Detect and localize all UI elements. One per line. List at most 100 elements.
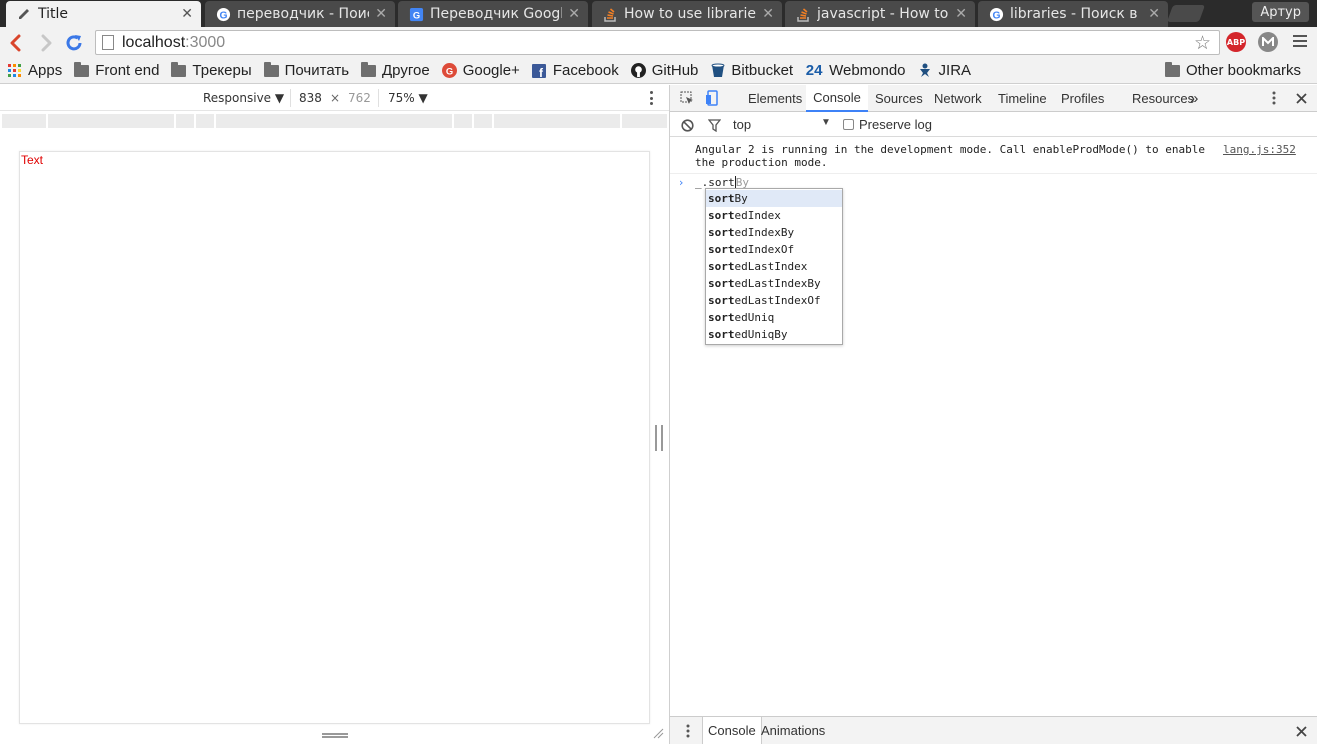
close-drawer-icon[interactable] bbox=[1293, 723, 1309, 739]
dimension-separator: × bbox=[330, 91, 341, 105]
tab-timeline[interactable]: Timeline bbox=[998, 85, 1047, 112]
adblock-plus-icon[interactable]: ABP bbox=[1226, 32, 1246, 52]
bookmark-jira[interactable]: JIRA bbox=[918, 62, 971, 79]
tab-title: Title bbox=[38, 6, 69, 22]
mega-icon[interactable] bbox=[1258, 32, 1278, 52]
suggestion-item[interactable]: sortBy bbox=[706, 190, 842, 207]
suggestion-rest: edLastIndexOf bbox=[734, 294, 821, 307]
suggestion-item[interactable]: sortedUniqBy bbox=[706, 326, 842, 343]
inspect-element-icon[interactable] bbox=[679, 90, 695, 106]
context-select[interactable]: top bbox=[733, 117, 751, 132]
suggestion-item[interactable]: sortedIndex bbox=[706, 207, 842, 224]
suggestion-rest: edLastIndex bbox=[734, 260, 808, 273]
webmondo-icon: 24 bbox=[805, 62, 823, 79]
svg-text:G: G bbox=[219, 10, 227, 21]
drawer-tab-bar: Console Animations bbox=[670, 716, 1317, 744]
browser-tab[interactable]: G переводчик - Поиск ✕ bbox=[205, 1, 395, 27]
suggestion-item[interactable]: sortedIndexOf bbox=[706, 241, 842, 258]
bookmark-bitbucket[interactable]: Bitbucket bbox=[710, 62, 793, 79]
abp-label: ABP bbox=[1226, 37, 1246, 47]
tab-elements[interactable]: Elements bbox=[748, 85, 802, 112]
media-query-bar[interactable] bbox=[2, 114, 667, 128]
width-resize-handle[interactable] bbox=[655, 425, 663, 451]
close-icon[interactable]: ✕ bbox=[375, 6, 387, 22]
browser-tab[interactable]: Title ✕ bbox=[6, 1, 201, 27]
devtools-menu-icon[interactable] bbox=[1266, 90, 1282, 106]
filter-icon[interactable] bbox=[706, 117, 722, 133]
new-tab-button[interactable] bbox=[1166, 5, 1206, 22]
tab-strip: Title ✕ G переводчик - Поиск ✕ G Перевод… bbox=[0, 0, 1317, 27]
device-mode-select[interactable]: Responsive ▼ bbox=[203, 91, 284, 105]
tab-title: libraries - Поиск в Go bbox=[1010, 6, 1142, 22]
suggestion-item[interactable]: sortedIndexBy bbox=[706, 224, 842, 241]
suggestion-rest: edIndexOf bbox=[734, 243, 795, 256]
zoom-select[interactable]: 75% ▼ bbox=[388, 91, 428, 105]
device-height-input[interactable]: 762 bbox=[348, 91, 371, 105]
page-icon bbox=[102, 35, 114, 50]
suggestion-item[interactable]: sortedLastIndex bbox=[706, 258, 842, 275]
drawer-tab-console[interactable]: Console bbox=[702, 717, 762, 744]
device-mode-label: Responsive bbox=[203, 91, 272, 105]
tab-resources[interactable]: Resources bbox=[1132, 85, 1194, 112]
bookmark-label: Facebook bbox=[552, 62, 619, 79]
bookmark-folder-read[interactable]: Почитать bbox=[263, 61, 349, 79]
apps-grid-icon bbox=[7, 64, 22, 78]
address-bar[interactable]: localhost:3000 ☆ bbox=[95, 30, 1220, 55]
preserve-log-checkbox[interactable] bbox=[843, 119, 854, 130]
drawer-menu-icon[interactable] bbox=[680, 723, 696, 739]
bookmark-folder-other[interactable]: Другое bbox=[361, 61, 430, 79]
message-source-link[interactable]: lang.js:352 bbox=[1223, 143, 1296, 156]
tab-console[interactable]: Console bbox=[806, 85, 868, 112]
back-button[interactable] bbox=[5, 32, 27, 54]
bookmark-facebook[interactable]: f Facebook bbox=[532, 62, 619, 79]
clear-console-icon[interactable] bbox=[679, 117, 695, 133]
bookmark-webmondo[interactable]: 24 Webmondo bbox=[805, 62, 906, 79]
more-tabs-icon[interactable]: » bbox=[1190, 85, 1198, 112]
suggestion-item[interactable]: sortedLastIndexBy bbox=[706, 275, 842, 292]
close-icon[interactable]: ✕ bbox=[762, 6, 774, 22]
device-width-input[interactable]: 838 bbox=[299, 91, 322, 105]
bookmark-folder-front-end[interactable]: Front end bbox=[74, 61, 159, 79]
close-icon[interactable]: ✕ bbox=[181, 6, 193, 22]
close-devtools-icon[interactable] bbox=[1293, 90, 1309, 106]
corner-resize-handle[interactable] bbox=[652, 727, 664, 739]
other-bookmarks[interactable]: Other bookmarks bbox=[1164, 61, 1301, 79]
close-icon[interactable]: ✕ bbox=[1148, 6, 1160, 22]
suggestion-rest: edIndex bbox=[734, 209, 781, 222]
page-text: Text bbox=[21, 153, 44, 167]
profile-button[interactable]: Артур bbox=[1252, 2, 1309, 22]
suggestion-rest: By bbox=[734, 192, 748, 205]
autocomplete-suggestions: sortBy sortedIndex sortedIndexBy sortedI… bbox=[705, 188, 843, 345]
bookmark-github[interactable]: GitHub bbox=[630, 62, 698, 79]
browser-tab[interactable]: javascript - How to b ✕ bbox=[785, 1, 975, 27]
browser-tab[interactable]: G libraries - Поиск в Go ✕ bbox=[978, 1, 1168, 27]
chrome-menu-icon[interactable] bbox=[1293, 35, 1307, 50]
facebook-icon: f bbox=[532, 63, 547, 78]
bookmark-label: Apps bbox=[28, 62, 63, 79]
forward-button[interactable] bbox=[35, 32, 57, 54]
suggestion-item[interactable]: sortedLastIndexOf bbox=[706, 292, 842, 309]
device-toggle-icon[interactable] bbox=[705, 90, 721, 106]
dropdown-arrow-icon[interactable]: ▼ bbox=[821, 117, 831, 128]
reload-button[interactable] bbox=[63, 32, 85, 54]
close-icon[interactable]: ✕ bbox=[568, 6, 580, 22]
dropdown-arrow-icon: ▼ bbox=[418, 91, 428, 105]
match-prefix: sort bbox=[708, 328, 735, 341]
browser-toolbar: localhost:3000 ☆ ABP bbox=[0, 27, 1317, 58]
browser-tab[interactable]: G Переводчик Google ✕ bbox=[398, 1, 588, 27]
height-resize-handle[interactable] bbox=[322, 733, 348, 738]
suggestion-item[interactable]: sortedUniq bbox=[706, 309, 842, 326]
close-icon[interactable]: ✕ bbox=[955, 6, 967, 22]
suggestion-rest: edIndexBy bbox=[734, 226, 795, 239]
bookmark-folder-trackers[interactable]: Трекеры bbox=[171, 61, 252, 79]
tab-network[interactable]: Network bbox=[934, 85, 982, 112]
tab-profiles[interactable]: Profiles bbox=[1061, 85, 1104, 112]
more-options-icon[interactable] bbox=[645, 91, 657, 105]
bookmark-google-plus[interactable]: G Google+ bbox=[441, 62, 520, 79]
page-edit-icon bbox=[16, 6, 32, 22]
browser-tab[interactable]: How to use libraries ✕ bbox=[592, 1, 782, 27]
bookmark-star-icon[interactable]: ☆ bbox=[1194, 32, 1211, 54]
drawer-tab-animations[interactable]: Animations bbox=[761, 717, 825, 744]
tab-sources[interactable]: Sources bbox=[875, 85, 923, 112]
bookmark-apps[interactable]: Apps bbox=[7, 62, 62, 79]
